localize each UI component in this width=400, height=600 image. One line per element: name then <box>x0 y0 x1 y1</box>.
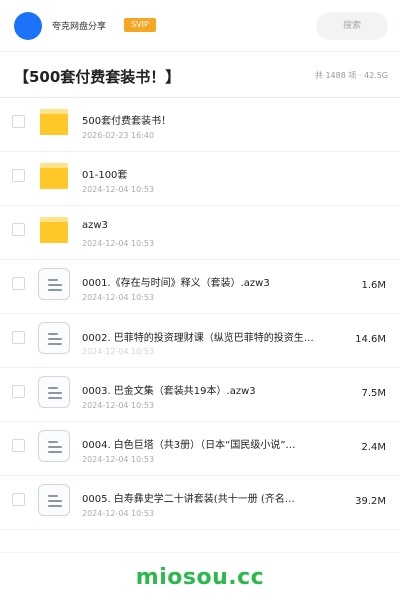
list-item[interactable]: 0003. 巴金文集（套装共19本）.azw3 2024-12-04 10:53… <box>0 368 400 422</box>
folder-icon <box>40 217 68 243</box>
footer: miosou.cc <box>0 552 400 600</box>
file-name: 0004. 白色巨塔（共3册）（日本“国民级小说”… <box>82 440 296 451</box>
svip-badge: SVIP <box>124 18 156 32</box>
file-size: 39.2M <box>355 496 386 507</box>
sharer-name: 夸克网盘分享 <box>52 22 107 32</box>
list-item[interactable]: 0002. 巴菲特的投资理财课（纵览巴菲特的投资生… 2024-12-04 10… <box>0 314 400 368</box>
file-size: 2.4M <box>361 442 386 453</box>
list-item[interactable]: 0001.《存在与时间》释义（套装）.azw3 2024-12-04 10:53… <box>0 260 400 314</box>
document-icon <box>38 376 70 408</box>
select-checkbox[interactable] <box>12 493 25 506</box>
file-size: 14.6M <box>355 334 386 345</box>
file-date: 2024-12-04 10:53 <box>82 293 155 302</box>
select-checkbox[interactable] <box>12 331 25 344</box>
file-name: azw3 <box>82 220 108 231</box>
folder-header: 【500套付费套装书！】 共 1488 项 · 42.5G <box>0 52 400 98</box>
file-list: 500套付费套装书！ 2026-02-23 16:40 01-100套 2024… <box>0 98 400 530</box>
list-item[interactable]: azw3 2024-12-04 10:53 <box>0 206 400 260</box>
file-date: 2024-12-04 10:53 <box>82 401 155 410</box>
file-size: 1.6M <box>361 280 386 291</box>
file-date: 2026-02-23 16:40 <box>82 131 155 140</box>
search-button[interactable]: 搜索 <box>316 12 388 40</box>
select-checkbox[interactable] <box>12 385 25 398</box>
file-date: 2024-12-04 10:53 <box>82 455 155 464</box>
file-name: 500套付费套装书！ <box>82 116 172 127</box>
list-item[interactable]: 01-100套 2024-12-04 10:53 <box>0 152 400 206</box>
list-item[interactable]: 500套付费套装书！ 2026-02-23 16:40 <box>0 98 400 152</box>
document-icon <box>38 430 70 462</box>
select-checkbox[interactable] <box>12 223 25 236</box>
folder-icon <box>40 163 68 189</box>
file-size: 7.5M <box>361 388 386 399</box>
document-icon <box>38 484 70 516</box>
folder-icon <box>40 109 68 135</box>
folder-summary: 共 1488 项 · 42.5G <box>314 71 388 80</box>
top-bar: 夸克网盘分享 SVIP 搜索 <box>0 0 400 52</box>
list-item[interactable]: 0005. 白寿彝史学二十讲套装(共十一册 (齐名… 2024-12-04 10… <box>0 476 400 530</box>
file-date: 2024-12-04 10:53 <box>82 239 155 248</box>
page-title: 【500套付费套装书！】 <box>14 68 181 86</box>
file-name: 0003. 巴金文集（套装共19本）.azw3 <box>82 386 256 397</box>
file-name: 01-100套 <box>82 170 128 181</box>
select-checkbox[interactable] <box>12 277 25 290</box>
document-icon <box>38 322 70 354</box>
list-item[interactable]: 0004. 白色巨塔（共3册）（日本“国民级小说”… 2024-12-04 10… <box>0 422 400 476</box>
select-checkbox[interactable] <box>12 115 25 128</box>
avatar[interactable] <box>14 12 42 40</box>
file-name: 0005. 白寿彝史学二十讲套装(共十一册 (齐名… <box>82 494 295 505</box>
select-checkbox[interactable] <box>12 439 25 452</box>
file-date: 2024-12-04 10:53 <box>82 185 155 194</box>
document-icon <box>38 268 70 300</box>
select-checkbox[interactable] <box>12 169 25 182</box>
file-date: 2024-12-04 10:53 <box>82 509 155 518</box>
file-name: 0001.《存在与时间》释义（套装）.azw3 <box>82 278 270 289</box>
site-watermark: miosou.cc <box>135 565 265 590</box>
file-date: 2024-12-04 10:53 <box>82 347 155 356</box>
